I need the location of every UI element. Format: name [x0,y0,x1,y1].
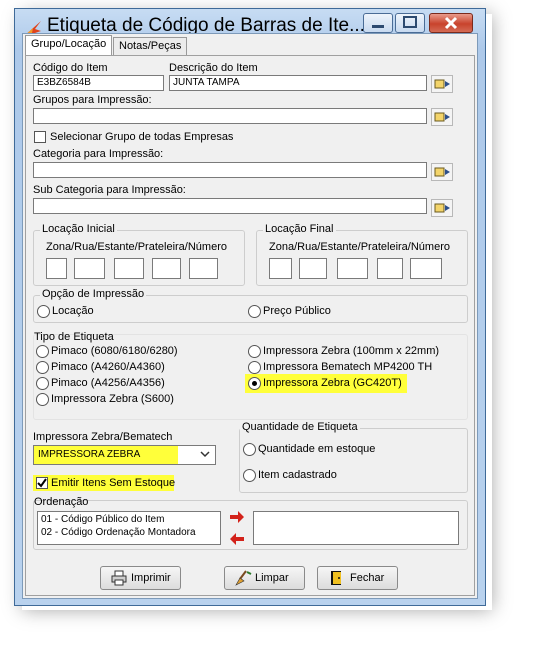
ordering-selected-list[interactable] [253,511,459,545]
tab-panel: Código do Item E3BZ6584B Descrição do It… [25,55,475,596]
item-code-field[interactable]: E3BZ6584B [33,75,164,91]
emit-items-label: Emitir Itens Sem Estoque [51,477,176,489]
location-start-zona-field[interactable] [46,258,67,279]
door-icon [330,570,344,589]
radio-pimaco-a4260-label: Pimaco (A4260/A4360) [51,361,165,373]
location-start-title: Locação Inicial [40,223,117,235]
groups-lookup-button[interactable] [431,108,453,126]
printer-icon [111,570,127,589]
tab-grupo-locacao[interactable]: Grupo/Locação [25,35,113,56]
radio-item-registered[interactable] [243,469,256,482]
radio-zebra-s600[interactable] [36,393,49,406]
location-start-estante-field[interactable] [114,258,144,279]
location-start-numero-field[interactable] [189,258,218,279]
radio-pimaco-a4256-label: Pimaco (A4256/A4356) [51,377,165,389]
select-all-groups-label: Selecionar Grupo de todas Empresas [50,131,234,143]
tab-notas-pecas[interactable]: Notas/Peças [113,37,188,56]
category-label: Categoria para Impressão: [33,148,164,160]
subcategory-lookup-button[interactable] [431,199,453,217]
location-end-sublabel: Zona/Rua/Estante/Prateleira/Número [269,241,450,253]
location-start-rua-field[interactable] [74,258,105,279]
radio-zebra-100mm-label: Impressora Zebra (100mm x 22mm) [263,345,440,357]
radio-preco-publico-label: Preço Público [263,305,331,317]
printer-select[interactable]: IMPRESSORA ZEBRA [33,445,216,465]
radio-pimaco-6080[interactable] [36,345,49,358]
radio-pimaco-a4260[interactable] [36,361,49,374]
close-window-button[interactable] [429,13,473,33]
select-all-groups-checkbox[interactable] [34,131,46,143]
item-description-label: Descrição do Item [169,62,258,74]
category-field[interactable] [33,162,427,178]
client-area: Grupo/Locação Notas/Peças Código do Item… [22,33,478,599]
broom-icon [234,570,252,589]
location-start-prateleira-field[interactable] [152,258,181,279]
radio-zebra-100mm[interactable] [248,345,261,358]
location-end-title: Locação Final [263,223,336,235]
radio-quantity-stock-label: Quantidade em estoque [258,443,376,455]
radio-zebra-gc420t[interactable] [248,377,261,390]
clear-button[interactable]: Limpar [224,566,305,590]
lookup-icon [434,79,450,89]
clear-button-label: Limpar [255,572,289,584]
radio-zebra-s600-label: Impressora Zebra (S600) [51,393,174,405]
location-end-zona-field[interactable] [269,258,292,279]
radio-quantity-stock[interactable] [243,443,256,456]
printer-select-value: IMPRESSORA ZEBRA [38,449,141,460]
radio-bematech-mp4200-label: Impressora Bematech MP4200 TH [263,361,433,373]
subcategory-field[interactable] [33,198,427,214]
quantity-group: Quantidade de Etiqueta Quantidade em est… [239,421,468,493]
ordering-list[interactable]: 01 - Código Público do Item 02 - Código … [37,511,221,545]
groups-field[interactable] [33,108,427,124]
chevron-down-icon [199,448,211,463]
location-end-rua-field[interactable] [299,258,327,279]
print-button-label: Imprimir [131,572,171,584]
emit-items-checkbox[interactable] [36,477,48,489]
radio-preco-publico[interactable] [248,305,261,318]
location-end-numero-field[interactable] [410,258,442,279]
item-description-field[interactable]: JUNTA TAMPA [169,75,427,91]
item-code-label: Código do Item [33,62,108,74]
location-end-prateleira-field[interactable] [377,258,403,279]
label-type-group: Tipo de Etiqueta Pimaco (6080/6180/6280)… [33,331,468,420]
lookup-icon [434,112,450,122]
ordering-group: Ordenação 01 - Código Público do Item 02… [33,496,468,550]
close-button-label: Fechar [350,572,385,584]
groups-label: Grupos para Impressão: [33,94,152,106]
print-option-group: Opção de Impressão Locação Preço Público [33,288,468,323]
radio-bematech-mp4200[interactable] [248,361,261,374]
radio-locacao-label: Locação [52,305,94,317]
radio-locacao[interactable] [37,305,50,318]
arrow-left-icon [230,533,244,545]
ordering-list-item[interactable]: 02 - Código Ordenação Montadora [41,527,196,538]
radio-pimaco-6080-label: Pimaco (6080/6180/6280) [51,345,178,357]
move-left-button[interactable] [227,529,247,549]
printer-label: Impressora Zebra/Bematech [33,431,173,443]
minimize-button[interactable] [363,13,393,33]
radio-item-registered-label: Item cadastrado [258,469,337,481]
print-button[interactable]: Imprimir [100,566,181,590]
arrow-right-icon [230,511,244,523]
dialog-window: Etiqueta de Código de Barras de Ite... G… [14,8,486,606]
location-end-group: Locação Final Zona/Rua/Estante/Prateleir… [256,223,468,286]
close-button[interactable]: Fechar [317,566,398,590]
ordering-list-item[interactable]: 01 - Código Público do Item [41,514,164,525]
quantity-title: Quantidade de Etiqueta [240,421,360,433]
item-lookup-button[interactable] [431,75,453,93]
subcategory-label: Sub Categoria para Impressão: [33,184,186,196]
radio-pimaco-a4256[interactable] [36,377,49,390]
maximize-button[interactable] [395,13,425,33]
location-end-estante-field[interactable] [337,258,368,279]
lookup-icon [434,203,450,213]
location-start-sublabel: Zona/Rua/Estante/Prateleira/Número [46,241,227,253]
move-right-button[interactable] [227,507,247,527]
print-option-title: Opção de Impressão [40,288,147,300]
label-type-title: Tipo de Etiqueta [34,331,114,343]
checkmark-icon [37,478,47,488]
lookup-icon [434,167,450,177]
location-start-group: Locação Inicial Zona/Rua/Estante/Pratele… [33,223,245,286]
ordering-title: Ordenação [34,496,89,508]
radio-zebra-gc420t-label: Impressora Zebra (GC420T) [263,377,402,389]
category-lookup-button[interactable] [431,163,453,181]
